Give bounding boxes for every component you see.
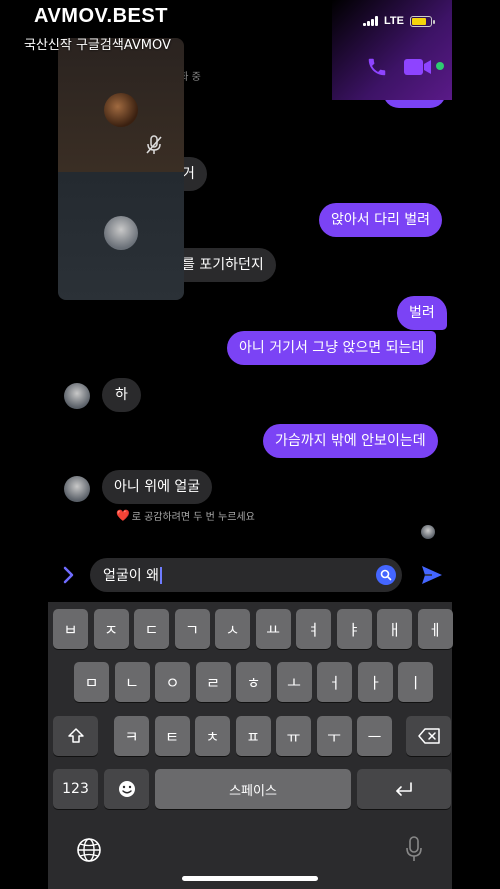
message-bubble-incoming: 아니 위에 얼굴 <box>102 470 213 504</box>
remote-video-tile <box>58 38 184 172</box>
message-bubble-outgoing: 앉아서 다리 벌려 <box>319 203 443 237</box>
message-bubble-outgoing: 아니 거기서 그냥 앉으면 되는데 <box>227 331 437 365</box>
online-status-dot <box>436 62 444 70</box>
signal-icon <box>363 16 379 26</box>
watermark-title: AVMOV.BEST <box>34 5 168 27</box>
key-4[interactable]: ㅎ <box>236 662 271 702</box>
key-8[interactable]: ㅐ <box>377 609 412 649</box>
contact-avatar[interactable] <box>64 476 90 502</box>
message-input[interactable]: 얼굴이 왜 <box>90 558 402 592</box>
self-video-tile <box>58 172 184 300</box>
key-2[interactable]: ㄷ <box>134 609 169 649</box>
key-0[interactable]: ㅂ <box>53 609 88 649</box>
key-6[interactable]: ㅡ <box>357 716 392 756</box>
return-icon <box>396 782 412 796</box>
seen-receipt-avatar <box>421 525 435 539</box>
microphone-icon[interactable] <box>405 835 423 863</box>
send-icon[interactable] <box>420 563 444 587</box>
heart-icon: ❤️ <box>116 509 130 522</box>
key-5[interactable]: ㅜ <box>316 716 352 756</box>
message-bubble-outgoing: 벌려 <box>397 296 447 330</box>
key-7[interactable]: ㅏ <box>357 662 393 702</box>
key-6[interactable]: ㅓ <box>317 662 352 702</box>
message-bubble-outgoing: 가슴까지 밖에 안보이는데 <box>263 424 438 458</box>
caller-avatar <box>104 93 138 127</box>
key-6[interactable]: ㅕ <box>296 609 331 649</box>
return-key[interactable] <box>357 769 451 809</box>
chevron-right-icon[interactable] <box>62 565 76 585</box>
message-input-text: 얼굴이 왜 <box>103 568 159 584</box>
key-4[interactable]: ㅠ <box>276 716 311 756</box>
message-bubble-incoming: 하 <box>102 378 141 412</box>
key-3[interactable]: ㄹ <box>195 662 231 702</box>
shift-icon <box>67 728 84 743</box>
self-avatar <box>104 216 138 250</box>
video-call-overlay[interactable] <box>58 38 184 300</box>
sticker-button[interactable] <box>376 565 396 585</box>
key-3[interactable]: ㄱ <box>174 609 210 649</box>
microphone-muted-icon <box>146 135 162 154</box>
network-label: LTE <box>384 15 404 27</box>
reaction-hint: ❤️ 로 공감하려면 두 번 누르세요 <box>116 508 255 523</box>
backspace-icon <box>417 728 440 744</box>
watermark-subtitle: 국산신작 구글검색AVMOV <box>24 38 171 53</box>
key-8[interactable]: ㅣ <box>398 662 433 702</box>
text-caret <box>159 566 162 584</box>
key-7[interactable]: ㅑ <box>336 609 372 649</box>
key-0[interactable]: ㅋ <box>114 716 149 756</box>
key-5[interactable]: ㅛ <box>255 609 291 649</box>
home-indicator <box>182 876 318 881</box>
key-5[interactable]: ㅗ <box>276 662 312 702</box>
numbers-key[interactable]: 123 <box>53 769 98 809</box>
key-3[interactable]: ㅍ <box>235 716 271 756</box>
key-2[interactable]: ㅊ <box>195 716 230 756</box>
key-4[interactable]: ㅅ <box>215 609 250 649</box>
key-9[interactable]: ㅔ <box>417 609 453 649</box>
battery-icon <box>410 15 435 27</box>
contact-avatar[interactable] <box>64 383 90 409</box>
globe-icon[interactable] <box>76 837 102 863</box>
reaction-hint-text: 로 공감하려면 두 번 누르세요 <box>131 512 255 523</box>
key-1[interactable]: ㅈ <box>93 609 129 649</box>
emoji-key[interactable] <box>104 769 149 809</box>
voice-call-icon[interactable] <box>366 56 388 78</box>
key-2[interactable]: ㅇ <box>155 662 190 702</box>
backspace-key[interactable] <box>406 716 451 756</box>
search-emoji-icon <box>380 569 392 581</box>
key-1[interactable]: ㄴ <box>114 662 150 702</box>
shift-key[interactable] <box>53 716 98 756</box>
status-bar: LTE <box>363 15 435 27</box>
video-call-icon[interactable] <box>404 58 432 76</box>
emoji-icon <box>118 781 135 797</box>
key-0[interactable]: ㅁ <box>74 662 109 702</box>
space-key[interactable]: 스페이스 <box>155 769 351 809</box>
key-1[interactable]: ㅌ <box>154 716 190 756</box>
